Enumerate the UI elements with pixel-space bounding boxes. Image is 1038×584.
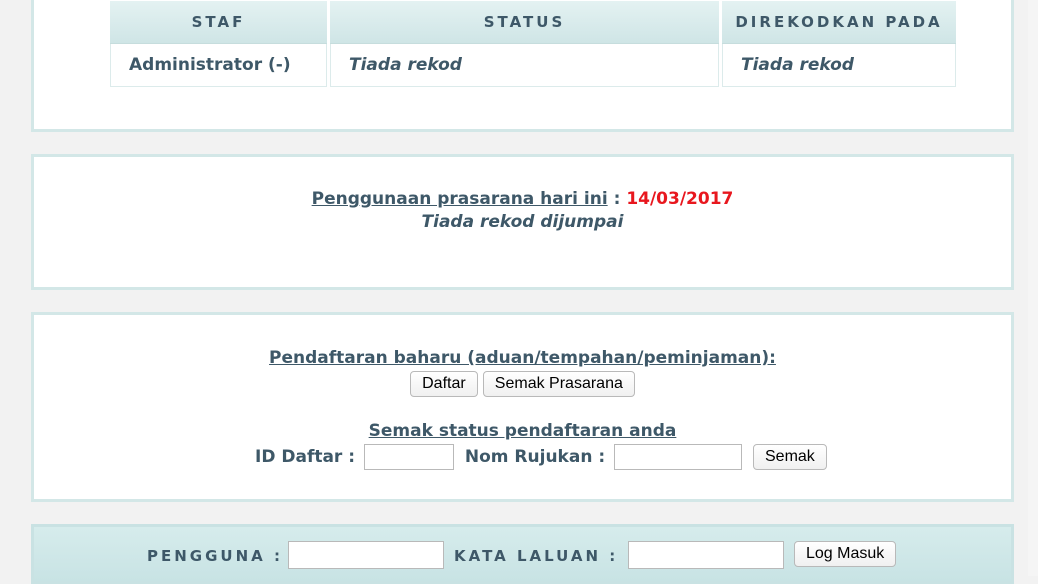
staff-table: STAF STATUS DIREKODKAN PADA Administrato…: [107, 1, 959, 87]
table-row: Administrator (-) Tiada rekod Tiada reko…: [110, 44, 956, 87]
login-button[interactable]: Log Masuk: [794, 541, 897, 567]
scrollbar-track[interactable]: [1028, 0, 1038, 576]
registration-panel: Pendaftaran baharu (aduan/tempahan/pemin…: [31, 312, 1014, 502]
table-header-row: STAF STATUS DIREKODKAN PADA: [110, 1, 956, 44]
login-panel: PENGGUNA : KATA LALUAN : Log Masuk: [31, 524, 1014, 584]
check-button[interactable]: Semak: [753, 444, 827, 470]
cell-status: Tiada rekod: [330, 44, 719, 87]
reference-input[interactable]: [614, 444, 743, 470]
staff-status-panel: STAF STATUS DIREKODKAN PADA Administrato…: [31, 0, 1014, 132]
usage-separator: :: [613, 189, 621, 209]
usage-date: 14/03/2017: [626, 189, 734, 209]
user-input[interactable]: [288, 541, 444, 569]
password-input[interactable]: [628, 541, 784, 569]
usage-line: Penggunaan prasarana hari ini : 14/03/20…: [34, 189, 1011, 209]
id-label: ID Daftar :: [255, 447, 356, 467]
cell-recorded-at: Tiada rekod: [722, 44, 956, 87]
check-facility-button[interactable]: Semak Prasarana: [482, 371, 635, 397]
register-button[interactable]: Daftar: [410, 371, 478, 397]
user-label: PENGGUNA :: [147, 547, 283, 565]
usage-empty-message: Tiada rekod dijumpai: [421, 212, 624, 232]
registration-buttons: Daftar Semak Prasarana: [34, 371, 1011, 397]
status-check-form: ID Daftar : Nom Rujukan : Semak: [255, 444, 827, 470]
id-input[interactable]: [363, 444, 454, 470]
header-staff: STAF: [110, 1, 327, 44]
usage-label: Penggunaan prasarana hari ini: [311, 189, 608, 209]
registration-heading: Pendaftaran baharu (aduan/tempahan/pemin…: [269, 348, 776, 368]
usage-panel: Penggunaan prasarana hari ini : 14/03/20…: [31, 154, 1014, 290]
status-check-heading: Semak status pendaftaran anda: [368, 421, 677, 441]
header-status: STATUS: [330, 1, 719, 44]
password-label: KATA LALUAN :: [454, 547, 619, 565]
cell-staff: Administrator (-): [110, 44, 327, 87]
reference-label: Nom Rujukan :: [464, 447, 606, 467]
header-recorded-at: DIREKODKAN PADA: [722, 1, 956, 44]
